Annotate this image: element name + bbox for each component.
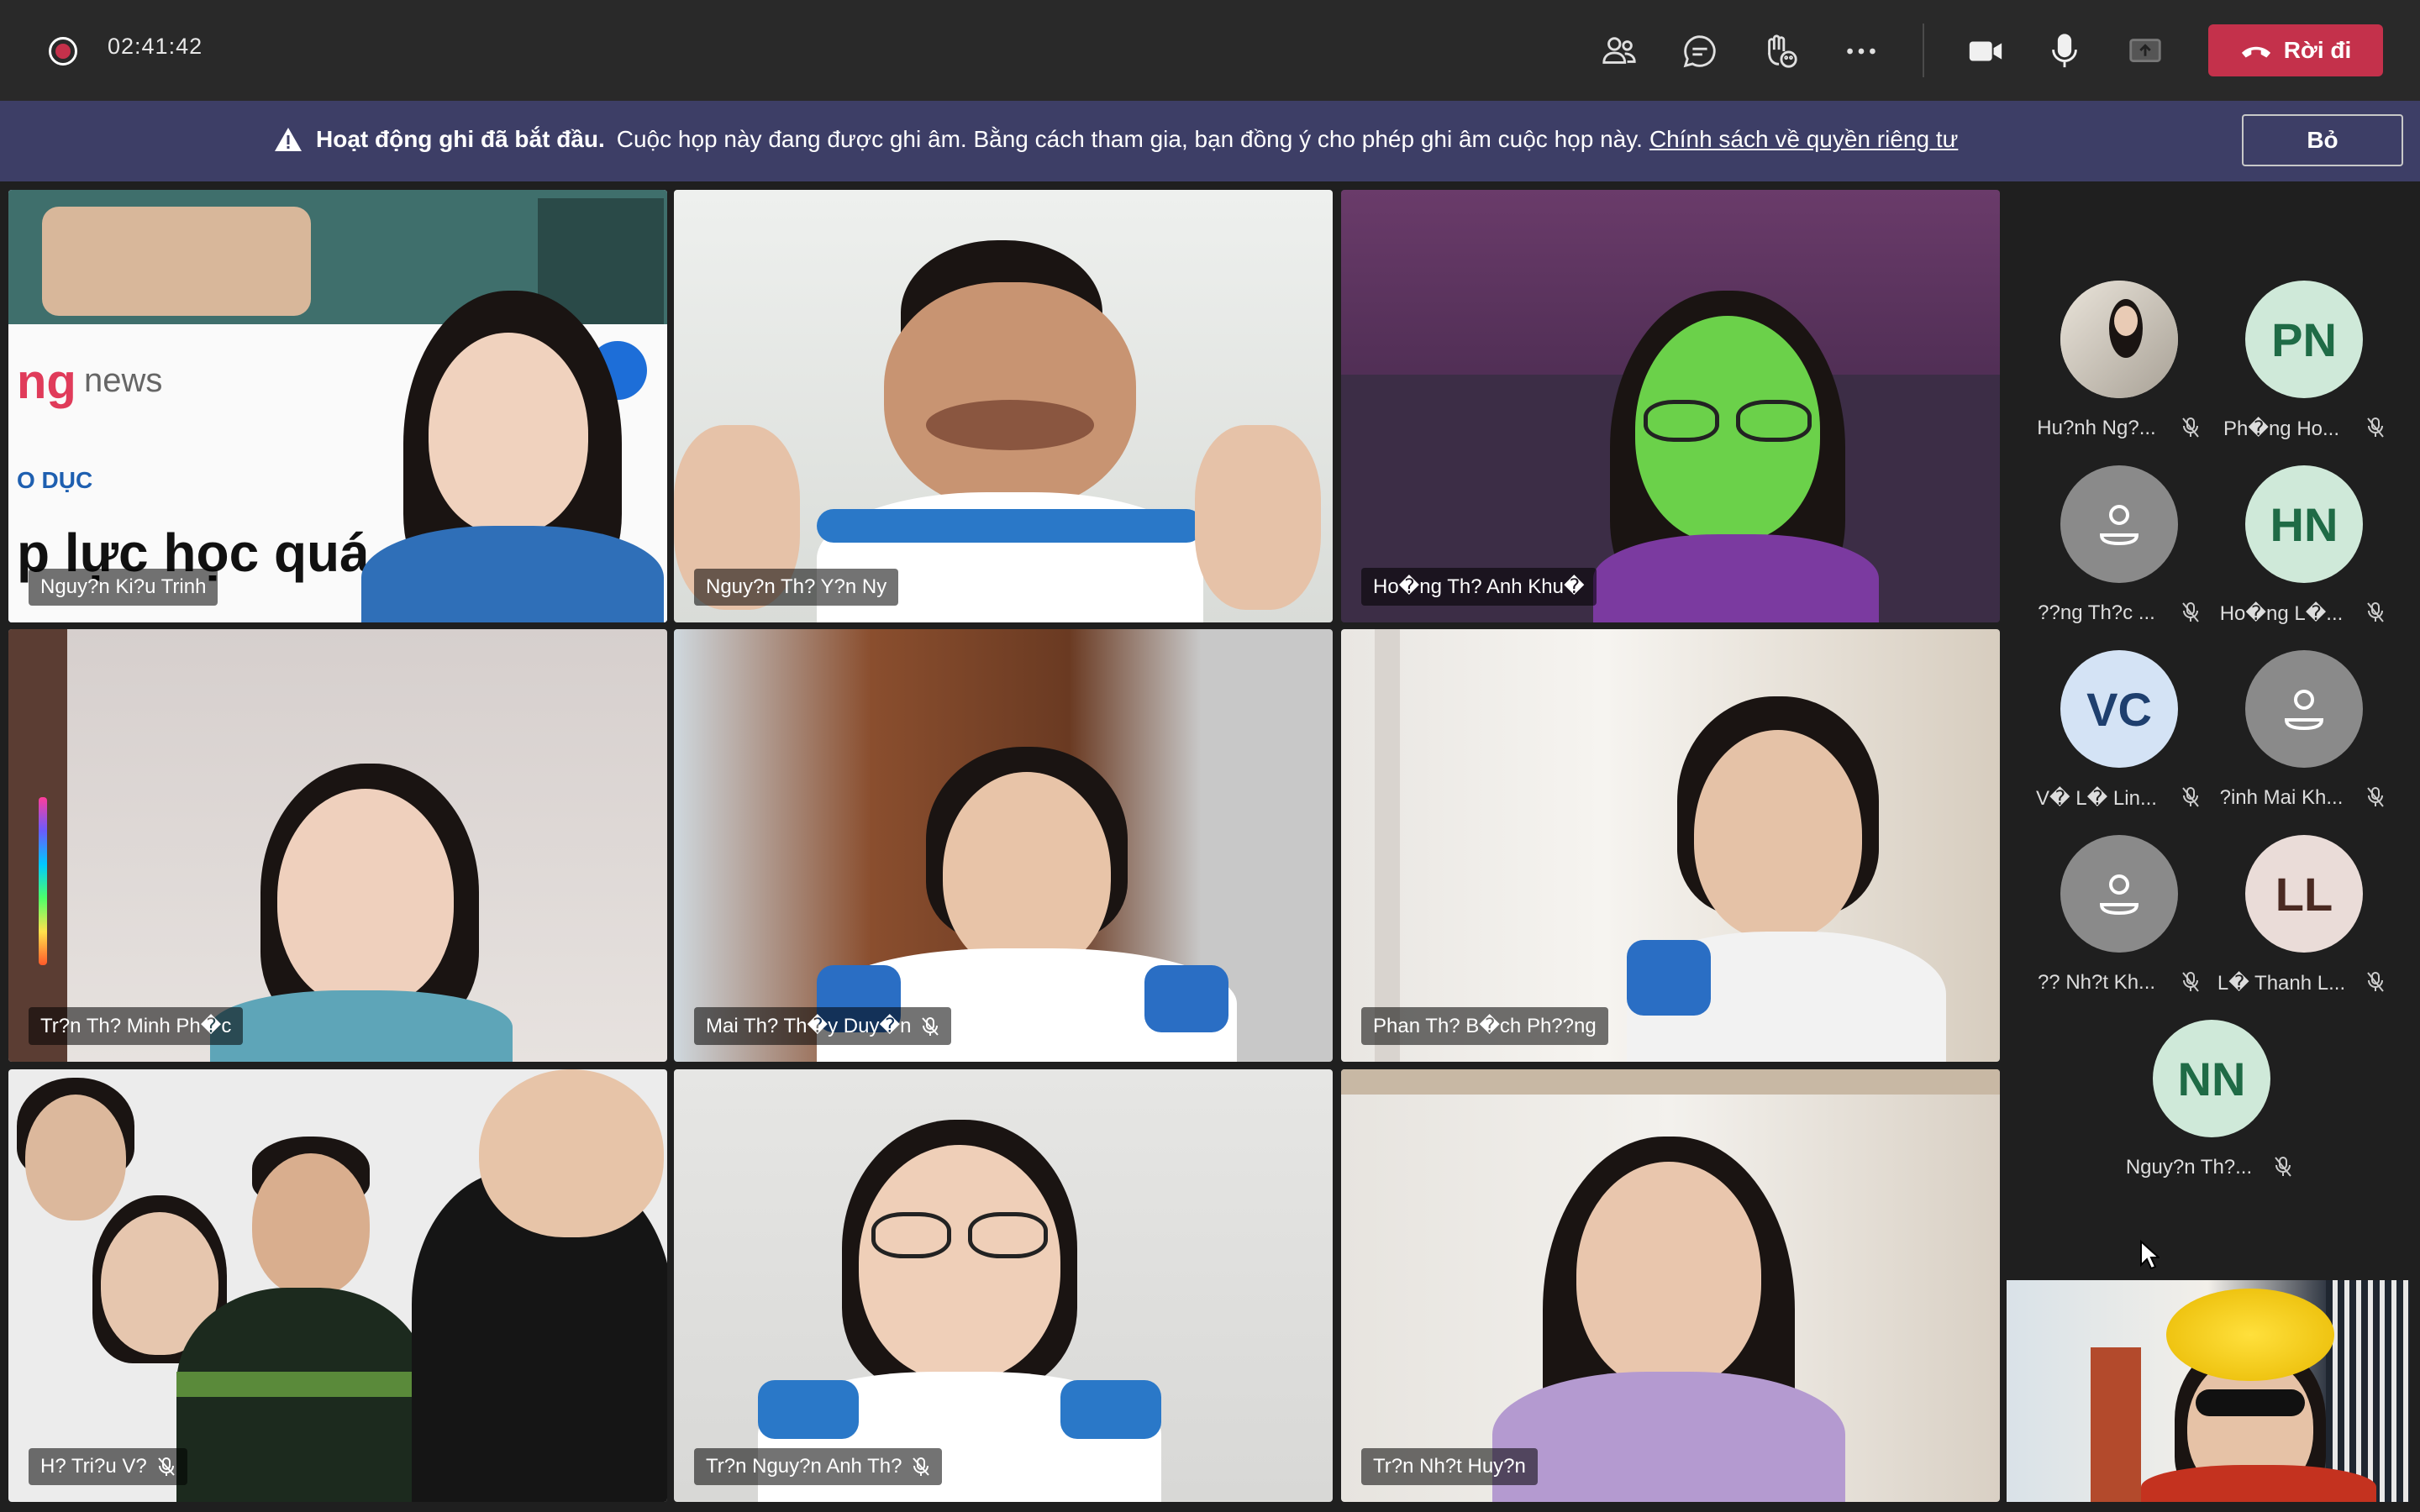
video-tile[interactable]: Tr?n Th? Minh Ph�c <box>8 629 667 1062</box>
meeting-timer: 02:41:42 <box>108 34 203 59</box>
muted-mic-icon <box>2367 972 2384 992</box>
muted-mic-icon <box>913 1457 930 1476</box>
video-tile[interactable]: Phan Th? B�ch Ph??ng <box>1341 629 2000 1062</box>
tile-overlay-text: ng <box>17 354 76 409</box>
tile-overlay-text: news <box>84 362 163 399</box>
participant-avatar-tile[interactable]: Hu?nh Ng?... <box>2017 281 2202 449</box>
warning-icon <box>275 128 302 151</box>
participant-name: V� L� Lin... <box>2036 787 2157 810</box>
chat-icon[interactable] <box>1674 25 1726 77</box>
banner-title: Hoạt động ghi đã bắt đầu. <box>316 126 605 152</box>
muted-mic-icon <box>2275 1157 2291 1177</box>
participant-name: ?? Nh?t Kh... <box>2037 971 2156 994</box>
muted-mic-icon <box>157 1457 175 1476</box>
participant-name: Nguy?n Th?... <box>2125 1156 2253 1179</box>
privacy-policy-link[interactable]: Chính sách về quyền riêng tư <box>1649 126 1958 153</box>
participant-avatar-tile[interactable]: HN Ho�ng L�... <box>2202 465 2386 633</box>
participant-name-label: Tr?n Nguy?n Anh Th? <box>694 1448 943 1485</box>
participant-avatar-tile[interactable]: ?? Nh?t Kh... <box>2017 835 2202 1003</box>
avatar: HN <box>2245 465 2363 583</box>
participant-avatar-tile[interactable]: ?inh Mai Kh... <box>2202 650 2386 818</box>
video-tile[interactable]: Tr?n Nguy?n Anh Th? <box>674 1069 1333 1502</box>
person-icon <box>2284 690 2324 731</box>
mic-icon[interactable] <box>2039 25 2091 77</box>
person-icon <box>2099 505 2139 546</box>
muted-mic-icon <box>2367 417 2384 438</box>
avatar: NN <box>2153 1020 2270 1137</box>
avatar <box>2060 281 2178 398</box>
participant-name-label: Nguy?n Ki?u Trinh <box>29 569 218 606</box>
video-tile[interactable]: Tr?n Nh?t Huy?n <box>1341 1069 2000 1502</box>
muted-mic-icon <box>2367 787 2384 807</box>
recording-notice-banner: Hoạt động ghi đã bắt đầu. Cuộc họp này đ… <box>0 101 2420 181</box>
leave-button-label: Rời đi <box>2283 37 2352 63</box>
video-tile[interactable]: Ho�ng Th? Anh Khu� <box>1341 190 2000 622</box>
share-screen-icon[interactable] <box>2119 25 2171 77</box>
people-icon[interactable] <box>1593 25 1645 77</box>
self-video-preview[interactable] <box>2007 1280 2410 1502</box>
participant-name-label: Ho�ng Th? Anh Khu� <box>1361 568 1597 606</box>
participant-name-label: Tr?n Th? Minh Ph�c <box>29 1007 244 1045</box>
participant-name-label: Tr?n Nh?t Huy?n <box>1361 1448 1538 1485</box>
video-tile[interactable]: ng news O DỤC p lực học quá Nguy?n Ki?u … <box>8 190 667 622</box>
recording-indicator-icon <box>49 37 77 66</box>
person-icon <box>2099 874 2139 916</box>
video-tile[interactable]: Nguy?n Th? Y?n Ny <box>674 190 1333 622</box>
muted-mic-icon <box>2367 602 2384 622</box>
muted-mic-icon <box>922 1016 939 1036</box>
muted-mic-icon <box>2182 787 2199 807</box>
participant-name-label: Mai Th? Th�y Duy�n <box>694 1007 952 1045</box>
participant-name-label: Nguy?n Th? Y?n Ny <box>694 569 899 606</box>
avatar: LL <box>2245 835 2363 953</box>
more-icon[interactable] <box>1835 25 1887 77</box>
toolbar-divider <box>1923 24 1924 77</box>
camera-icon[interactable] <box>1960 25 2012 77</box>
participant-name: ??ng Th?c ... <box>2038 601 2155 624</box>
video-tile[interactable]: H? Tri?u V? <box>8 1069 667 1502</box>
participant-avatar-tile[interactable]: LL L� Thanh L... <box>2202 835 2386 1003</box>
avatar: VC <box>2060 650 2178 768</box>
muted-mic-icon <box>2182 602 2199 622</box>
avatar <box>2060 835 2178 953</box>
avatar <box>2060 465 2178 583</box>
leave-button[interactable]: Rời đi <box>2208 24 2383 76</box>
banner-message: Cuộc họp này đang được ghi âm. Bằng cách… <box>616 126 1643 152</box>
avatar: PN <box>2245 281 2363 398</box>
participant-name-label: Phan Th? B�ch Ph??ng <box>1361 1007 1608 1045</box>
participant-name: Ph�ng Ho... <box>2223 417 2339 440</box>
hang-up-icon <box>2241 46 2270 58</box>
participant-name: Ho�ng L�... <box>2219 602 2344 625</box>
meeting-toolbar: 02:41:42 Rời đi <box>0 0 2420 101</box>
mouse-cursor-icon <box>2140 1240 2160 1270</box>
participant-avatar-tile[interactable]: NN Nguy?n Th?... <box>2109 1020 2294 1188</box>
participant-name: Hu?nh Ng?... <box>2037 417 2156 439</box>
participant-avatar-tile[interactable]: ??ng Th?c ... <box>2017 465 2202 633</box>
muted-mic-icon <box>2182 417 2199 438</box>
participant-name-label: H? Tri?u V? <box>29 1448 187 1485</box>
avatar <box>2245 650 2363 768</box>
reactions-icon[interactable] <box>1754 25 1807 77</box>
participant-avatar-tile[interactable]: PN Ph�ng Ho... <box>2202 281 2386 449</box>
dismiss-button[interactable]: Bỏ <box>2242 114 2403 166</box>
participant-name: ?inh Mai Kh... <box>2219 786 2344 809</box>
video-tile[interactable]: Mai Th? Th�y Duy�n <box>674 629 1333 1062</box>
participant-name: L� Thanh L... <box>2217 972 2346 995</box>
muted-mic-icon <box>2182 972 2199 992</box>
tile-overlay-text: O DỤC <box>17 467 93 493</box>
participant-avatar-tile[interactable]: VC V� L� Lin... <box>2017 650 2202 818</box>
